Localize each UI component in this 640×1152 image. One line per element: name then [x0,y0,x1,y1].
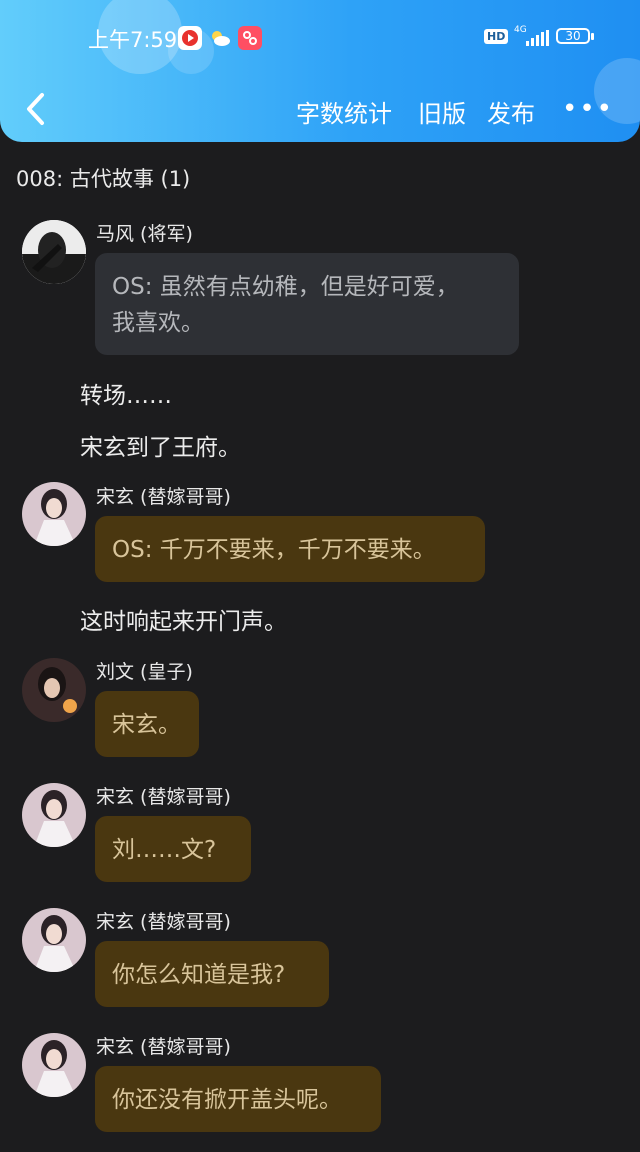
message-text: 你还没有掀开盖头呢。 [112,1087,342,1113]
message-bubble[interactable]: 你还没有掀开盖头呢。 [95,1066,381,1132]
message-text: OS: 虽然有点幼稚，但是好可爱， [112,274,459,300]
speaker-name: 宋玄 (替嫁哥哥) [96,1036,231,1058]
narration-text: 转场…… [80,383,172,409]
old-version-button[interactable]: 旧版 [418,94,466,129]
avatar-song-xuan[interactable] [22,908,86,972]
signal-icon [526,30,549,46]
avatar-song-xuan[interactable] [22,482,86,546]
message-bubble[interactable]: 你怎么知道是我? [95,941,329,1007]
message-bubble[interactable]: OS: 虽然有点幼稚，但是好可爱， 我喜欢。 [95,253,519,355]
narration-text: 宋玄到了王府。 [80,435,241,461]
message-bubble[interactable]: OS: 千万不要来，千万不要来。 [95,516,485,582]
speaker-name: 宋玄 (替嫁哥哥) [96,911,231,933]
hd-indicator: HD [484,29,509,44]
message-text: 我喜欢。 [112,310,204,336]
word-count-button[interactable]: 字数统计 [296,94,392,129]
message-text: 宋玄。 [112,712,181,738]
message-text: 刘……文? [112,837,217,863]
message-bubble[interactable]: 宋玄。 [95,691,199,757]
publish-button[interactable]: 发布 [487,94,535,129]
speaker-name: 宋玄 (替嫁哥哥) [96,486,231,508]
message-text: 你怎么知道是我? [112,962,286,988]
message-text: OS: 千万不要来，千万不要来。 [112,537,436,563]
chapter-title: 008: 古代故事 (1) [16,167,191,191]
weather-app-icon [208,26,232,50]
speaker-name: 宋玄 (替嫁哥哥) [96,786,231,808]
avatar-song-xuan[interactable] [22,1033,86,1097]
avatar-liu-wen[interactable] [22,658,86,722]
network-type: 4G [514,25,527,35]
avatar-ma-feng[interactable] [22,220,86,284]
avatar-song-xuan[interactable] [22,783,86,847]
message-bubble[interactable]: 刘……文? [95,816,251,882]
status-bar: 上午7:59 HD 4G 30 [0,0,640,76]
shopping-app-icon [238,26,262,50]
battery-level: 30 [565,29,581,43]
speaker-name: 马风 (将军) [96,223,193,245]
speaker-name: 刘文 (皇子) [96,661,193,683]
narration-text: 这时响起来开门声。 [80,609,287,635]
battery-tip [591,33,594,40]
battery-icon: 30 [556,28,590,44]
status-time: 上午7:59 [88,28,178,52]
more-options-button[interactable]: ••• [562,94,614,124]
back-button[interactable] [22,92,52,126]
top-header: 上午7:59 HD 4G 30 字数统计 旧版 发布 ••• [0,0,640,142]
back-arrow-icon [27,93,44,125]
video-app-icon [178,26,202,50]
